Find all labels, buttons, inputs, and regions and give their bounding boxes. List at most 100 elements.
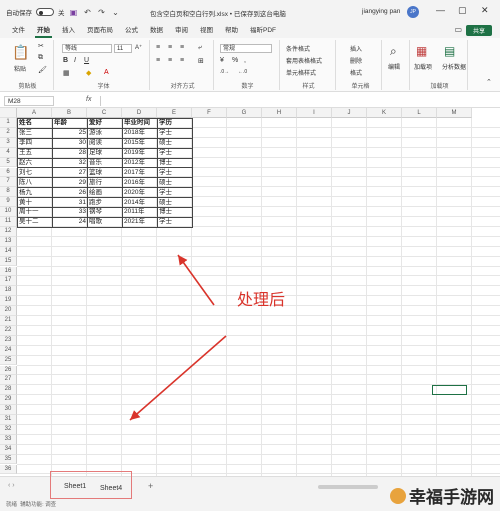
table-cell[interactable]: 24 [52,216,88,228]
table-cell[interactable]: 32 [52,157,88,169]
close-icon[interactable]: ✕ [481,5,489,16]
row-header-8[interactable]: 8 [0,187,17,198]
header-cell[interactable]: 学历 [157,118,193,129]
formula-input[interactable] [100,96,496,106]
table-cell[interactable]: 吴十二 [17,216,53,228]
table-cell[interactable]: 2021年 [122,216,158,228]
underline-icon[interactable]: U [84,57,89,64]
tab-data[interactable]: 数据 [144,24,169,38]
table-cell[interactable]: 陈八 [17,177,53,189]
table-cell[interactable]: 博士 [157,207,193,218]
font-color-icon[interactable]: A [104,69,109,76]
column-header-f[interactable]: F [192,108,227,118]
row-header-24[interactable]: 24 [0,345,17,356]
paste-button[interactable]: 粘贴 [14,64,26,73]
row-header-22[interactable]: 22 [0,325,17,336]
maximize-icon[interactable]: ▢ [458,5,467,16]
column-header-l[interactable]: L [402,108,437,118]
tab-file[interactable]: 文件 [6,24,31,38]
cell-styles-button[interactable]: 单元格样式 [286,68,316,77]
tab-page-layout[interactable]: 页面布局 [81,24,119,38]
column-header-m[interactable]: M [437,108,472,118]
analyze-data-icon[interactable]: ▤ [444,44,455,58]
column-header-g[interactable]: G [227,108,262,118]
table-cell[interactable]: 音乐 [87,157,123,169]
fill-color-icon[interactable]: ◆ [86,69,91,77]
tab-foxit-pdf[interactable]: 福昕PDF [244,24,282,38]
row-header-28[interactable]: 28 [0,385,17,396]
row-header-13[interactable]: 13 [0,236,17,247]
horizontal-scrollbar[interactable] [318,485,378,489]
table-cell[interactable]: 李四 [17,137,53,149]
format-painter-icon[interactable]: 🖌 [38,66,47,74]
column-header-k[interactable]: K [367,108,402,118]
search-icon[interactable]: ⌕ [390,44,397,59]
table-cell[interactable]: 29 [52,177,88,189]
grow-font-icon[interactable]: A⁺ [135,44,142,51]
paste-icon[interactable]: 📋 [12,44,29,61]
table-cell[interactable]: 篮球 [87,167,123,179]
table-cell[interactable]: 2018年 [122,127,158,139]
border-icon[interactable]: ▦ [63,69,70,77]
row-header-3[interactable]: 3 [0,137,17,148]
currency-icon[interactable]: ¥ [220,57,224,64]
table-cell[interactable]: 30 [52,137,88,149]
table-cell[interactable]: 28 [52,147,88,159]
column-header-e[interactable]: E [157,108,192,118]
redo-icon[interactable]: ↷ [97,7,107,17]
column-header-a[interactable]: A [17,108,52,118]
tab-home[interactable]: 开始 [31,24,56,38]
row-header-18[interactable]: 18 [0,286,17,297]
table-cell[interactable]: 2019年 [122,147,158,159]
name-box[interactable]: M28 [4,96,54,106]
insert-cells-button[interactable]: 插入 [350,44,362,53]
row-header-14[interactable]: 14 [0,246,17,257]
format-cells-button[interactable]: 格式 [350,68,362,77]
edit-button[interactable]: 编辑 [388,62,400,71]
table-cell[interactable]: 学士 [157,167,193,179]
table-cell[interactable]: 2012年 [122,157,158,169]
column-header-i[interactable]: I [297,108,332,118]
selected-cell[interactable] [432,385,467,396]
table-cell[interactable]: 硕士 [157,137,193,149]
column-header-b[interactable]: B [52,108,87,118]
row-header-15[interactable]: 15 [0,256,17,267]
table-cell[interactable]: 2011年 [122,207,158,218]
row-header-12[interactable]: 12 [0,226,17,237]
wrap-text-icon[interactable]: ⤶ [198,44,202,52]
table-cell[interactable]: 唱歌 [87,216,123,228]
row-header-33[interactable]: 33 [0,434,17,445]
column-header-j[interactable]: J [332,108,367,118]
row-header-34[interactable]: 34 [0,444,17,455]
minimize-icon[interactable]: — [436,5,445,15]
table-cell[interactable]: 张三 [17,127,53,139]
bold-icon[interactable]: B [63,57,68,64]
autosave-toggle[interactable] [36,8,54,16]
table-cell[interactable]: 杨九 [17,187,53,199]
analyze-data-button[interactable]: 分析数据 [442,62,466,71]
header-cell[interactable]: 爱好 [87,118,123,129]
table-cell[interactable]: 刘七 [17,167,53,179]
table-cell[interactable]: 绘画 [87,187,123,199]
row-header-30[interactable]: 30 [0,405,17,415]
align-top-icon[interactable]: ≡ [156,44,160,51]
row-header-7[interactable]: 7 [0,177,17,188]
table-cell[interactable]: 阅读 [87,137,123,149]
table-cell[interactable]: 周十一 [17,207,53,218]
row-header-32[interactable]: 32 [0,424,17,435]
addins-icon[interactable]: ▦ [416,44,427,58]
percent-icon[interactable]: % [232,57,238,64]
tab-help[interactable]: 帮助 [219,24,244,38]
cut-icon[interactable]: ✂ [38,42,44,50]
table-cell[interactable]: 学士 [157,127,193,139]
table-cell[interactable]: 27 [52,167,88,179]
align-middle-icon[interactable]: ≡ [168,44,172,51]
header-cell[interactable]: 毕业时间 [122,118,158,129]
align-bottom-icon[interactable]: ≡ [180,44,184,51]
italic-icon[interactable]: I [74,57,76,64]
table-cell[interactable]: 学士 [157,147,193,159]
table-cell[interactable]: 26 [52,187,88,199]
table-cell[interactable]: 2016年 [122,177,158,189]
row-header-17[interactable]: 17 [0,276,17,287]
tab-view[interactable]: 视图 [194,24,219,38]
